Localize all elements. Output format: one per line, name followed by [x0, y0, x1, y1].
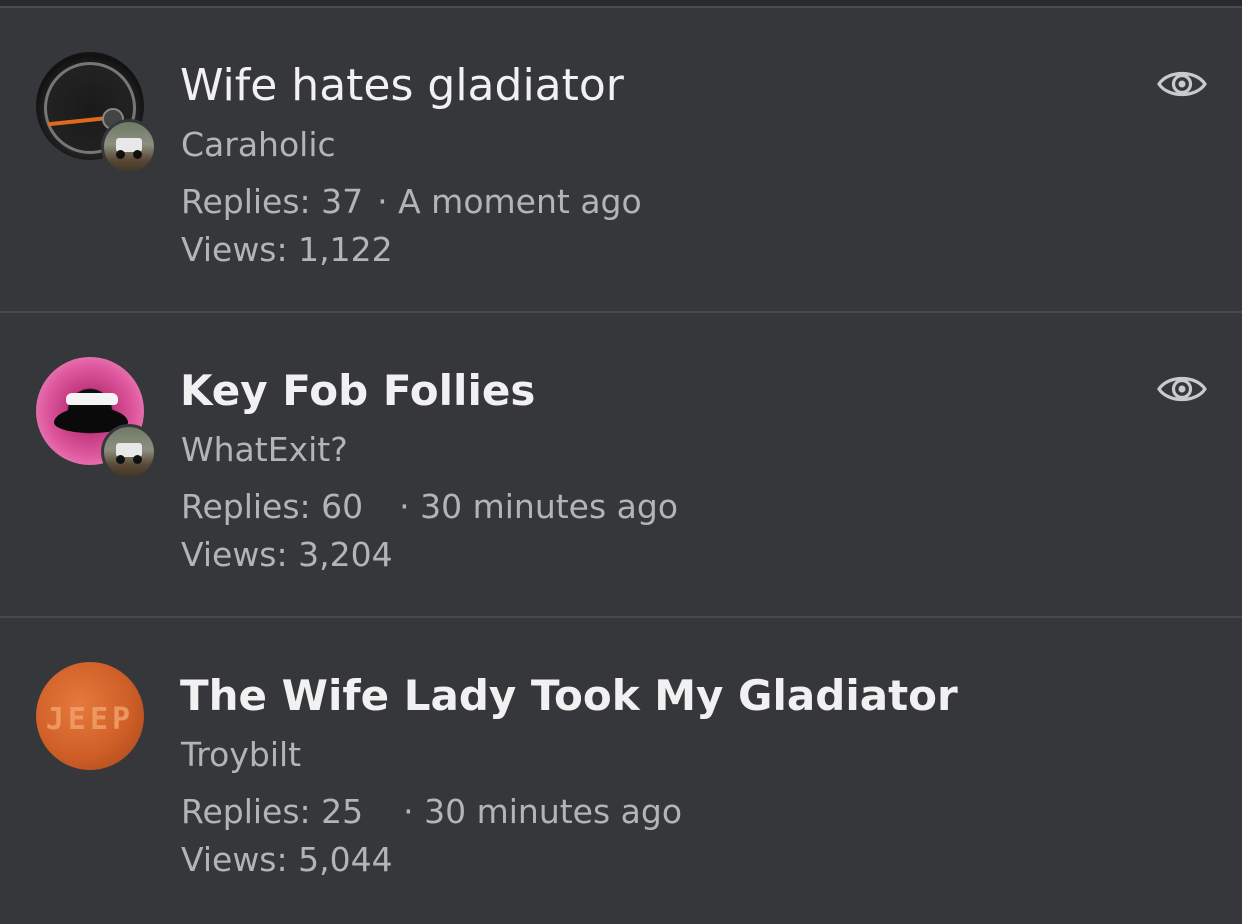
reply-count: Replies: 37	[181, 182, 364, 221]
last-activity-time: · 30 minutes ago	[399, 487, 679, 526]
wheel-icon	[116, 150, 125, 159]
thread-meta: Replies: 60 · 30 minutes ago	[181, 485, 678, 529]
watch-eye-icon[interactable]	[1156, 64, 1208, 104]
view-count: Views: 3,204	[181, 535, 393, 574]
thread-title[interactable]: The Wife Lady Took My Gladiator	[180, 668, 958, 724]
jeep-stamp-avatar[interactable]: JEEP	[36, 662, 144, 770]
thread-title[interactable]: Wife hates gladiator	[180, 58, 624, 114]
thread-meta: Replies: 37 · A moment ago	[181, 180, 642, 224]
wheel-icon	[116, 455, 125, 464]
thread-author[interactable]: Caraholic	[181, 123, 336, 167]
wheel-icon	[133, 455, 142, 464]
last-poster-avatar[interactable]	[101, 424, 157, 480]
reply-count: Replies: 60	[181, 487, 364, 526]
last-activity-time: · 30 minutes ago	[403, 792, 683, 831]
thread-title[interactable]: Key Fob Follies	[180, 363, 535, 419]
last-activity-time: · A moment ago	[377, 182, 642, 221]
reply-count: Replies: 25	[181, 792, 364, 831]
thread-item[interactable]: Wife hates gladiator Caraholic Replies: …	[0, 8, 1242, 313]
last-poster-avatar[interactable]	[101, 119, 157, 175]
view-count: Views: 5,044	[181, 840, 393, 879]
wheel-icon	[133, 150, 142, 159]
thread-item[interactable]: JEEP The Wife Lady Took My Gladiator Tro…	[0, 618, 1242, 923]
thread-list: Wife hates gladiator Caraholic Replies: …	[0, 8, 1242, 923]
top-divider	[0, 0, 1242, 8]
thread-item[interactable]: Key Fob Follies WhatExit? Replies: 60 · 3…	[0, 313, 1242, 618]
thread-author[interactable]: Troybilt	[181, 733, 301, 777]
thread-meta: Replies: 25 · 30 minutes ago	[181, 790, 682, 834]
thread-author[interactable]: WhatExit?	[181, 428, 348, 472]
jeep-stamp-logo: JEEP	[45, 702, 135, 737]
watch-eye-icon[interactable]	[1156, 369, 1208, 409]
view-count: Views: 1,122	[181, 230, 393, 269]
teeth-shape	[66, 393, 118, 405]
